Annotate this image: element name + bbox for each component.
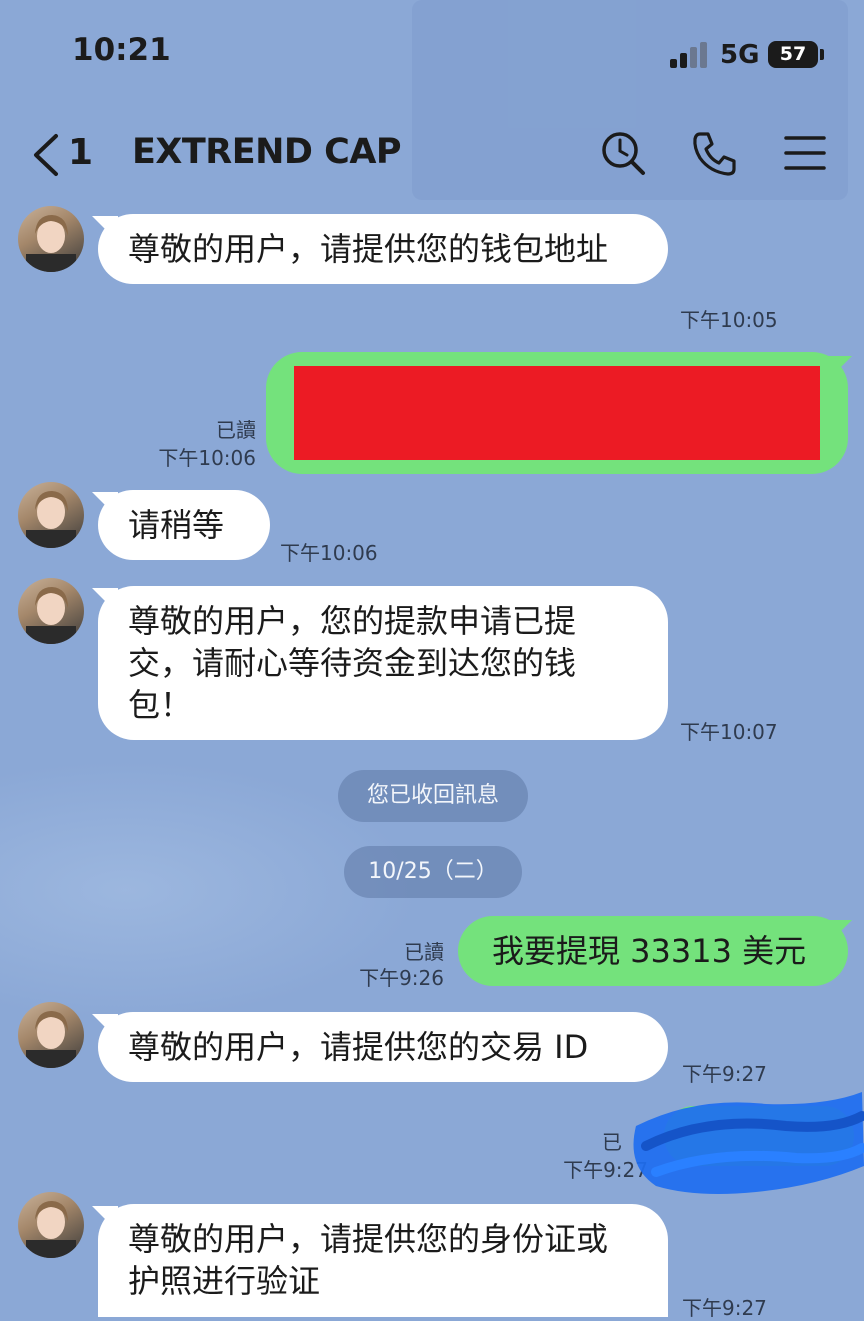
read-receipt: 已	[602, 1130, 622, 1154]
chat-title: EXTREND CAP	[132, 132, 402, 172]
read-receipt: 已讀	[404, 940, 444, 964]
battery-icon: 57	[768, 41, 818, 68]
avatar[interactable]	[18, 482, 84, 548]
phone-icon	[693, 132, 736, 176]
message-bubble[interactable]	[266, 352, 848, 474]
message-bubble[interactable]: 尊敬的用户，请提供您的交易 ID	[98, 1012, 668, 1082]
status-time: 10:21	[72, 32, 171, 68]
message-bubble[interactable]: 尊敬的用户，请提供您的钱包地址	[98, 214, 668, 284]
menu-icon	[784, 136, 826, 170]
avatar[interactable]	[18, 578, 84, 644]
chevron-left-icon	[34, 134, 58, 176]
battery-tip	[820, 49, 824, 60]
call-button[interactable]	[690, 128, 740, 178]
read-receipt: 已讀	[216, 418, 256, 442]
system-notice: 您已收回訊息	[338, 770, 528, 822]
back-button[interactable]	[28, 130, 68, 180]
message-time: 下午10:07	[680, 720, 778, 744]
message-time: 下午10:06	[158, 446, 256, 470]
message-bubble[interactable]: 尊敬的用户，您的提款申请已提交，请耐心等待资金到达您的钱包！	[98, 586, 668, 740]
search-button[interactable]	[598, 128, 648, 178]
message-time: 下午9:27	[682, 1062, 767, 1086]
redaction-box	[294, 366, 820, 460]
message-bubble[interactable]: 我要提現 33313 美元	[458, 916, 848, 986]
message-time: 下午10:06	[280, 541, 378, 565]
message-time: 下午10:05	[680, 308, 778, 332]
date-separator: 10/25（二）	[344, 846, 522, 898]
avatar[interactable]	[18, 1192, 84, 1258]
avatar[interactable]	[18, 1002, 84, 1068]
scribble-redaction	[633, 1092, 864, 1194]
message-bubble[interactable]: 请稍等	[98, 490, 270, 560]
unread-count[interactable]: 1	[68, 132, 93, 173]
search-icon	[602, 132, 645, 175]
signal-icon	[670, 42, 710, 68]
avatar[interactable]	[18, 206, 84, 272]
message-time: 下午9:26	[359, 966, 444, 990]
menu-button[interactable]	[780, 128, 830, 178]
message-bubble[interactable]: 尊敬的用户，请提供您的身份证或护照进行验证	[98, 1204, 668, 1317]
network-type: 5G	[720, 40, 760, 70]
